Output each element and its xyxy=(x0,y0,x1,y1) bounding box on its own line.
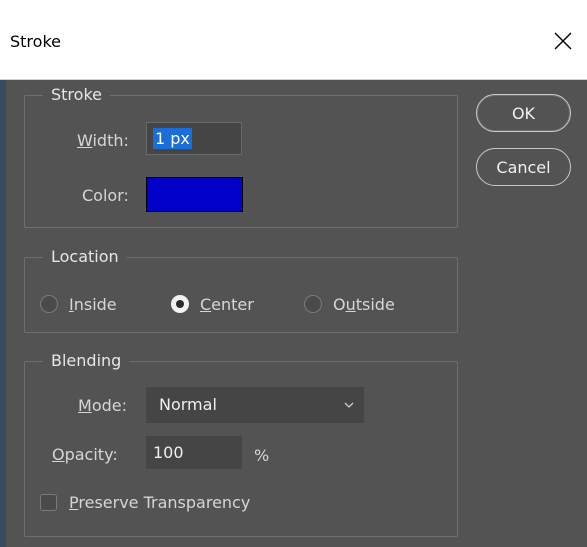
mode-value: Normal xyxy=(159,395,217,414)
width-label: Width: xyxy=(77,131,129,150)
close-icon xyxy=(554,32,572,50)
radio-outside-button[interactable] xyxy=(304,295,322,313)
title-bar: Stroke xyxy=(0,0,587,80)
radio-center[interactable]: Center xyxy=(171,289,281,319)
stroke-group-legend: Stroke xyxy=(51,85,102,104)
width-field[interactable]: 1 px xyxy=(146,122,242,155)
mode-select[interactable]: Normal xyxy=(146,387,364,423)
preserve-transparency-checkbox[interactable]: Preserve Transparency xyxy=(40,490,300,516)
close-button[interactable] xyxy=(548,26,578,56)
color-label: Color: xyxy=(82,186,129,205)
radio-center-label: Center xyxy=(200,295,254,314)
radio-inside-label: Inside xyxy=(69,295,117,314)
radio-center-button[interactable] xyxy=(171,295,189,313)
color-swatch[interactable] xyxy=(146,177,243,212)
cancel-button[interactable]: Cancel xyxy=(476,148,571,186)
mode-label: Mode: xyxy=(78,396,127,415)
preserve-transparency-box[interactable] xyxy=(40,494,57,511)
ok-button[interactable]: OK xyxy=(476,94,571,132)
radio-outside[interactable]: Outside xyxy=(304,289,424,319)
opacity-label: Opacity: xyxy=(52,445,118,464)
chevron-down-icon xyxy=(344,402,354,408)
opacity-unit: % xyxy=(254,446,270,465)
radio-inside-button[interactable] xyxy=(40,295,58,313)
preserve-transparency-label: Preserve Transparency xyxy=(69,493,251,512)
blending-group-legend: Blending xyxy=(51,351,122,370)
radio-outside-label: Outside xyxy=(333,295,395,314)
location-group-legend: Location xyxy=(51,247,119,266)
width-value: 1 px xyxy=(153,128,192,149)
opacity-value: 100 xyxy=(153,443,184,462)
window-title: Stroke xyxy=(10,32,61,51)
stroke-dialog: Stroke Width: 1 px Color: OK Cancel Loca… xyxy=(6,80,587,547)
radio-inside[interactable]: Inside xyxy=(40,289,140,319)
opacity-field[interactable]: 100 xyxy=(146,436,242,469)
